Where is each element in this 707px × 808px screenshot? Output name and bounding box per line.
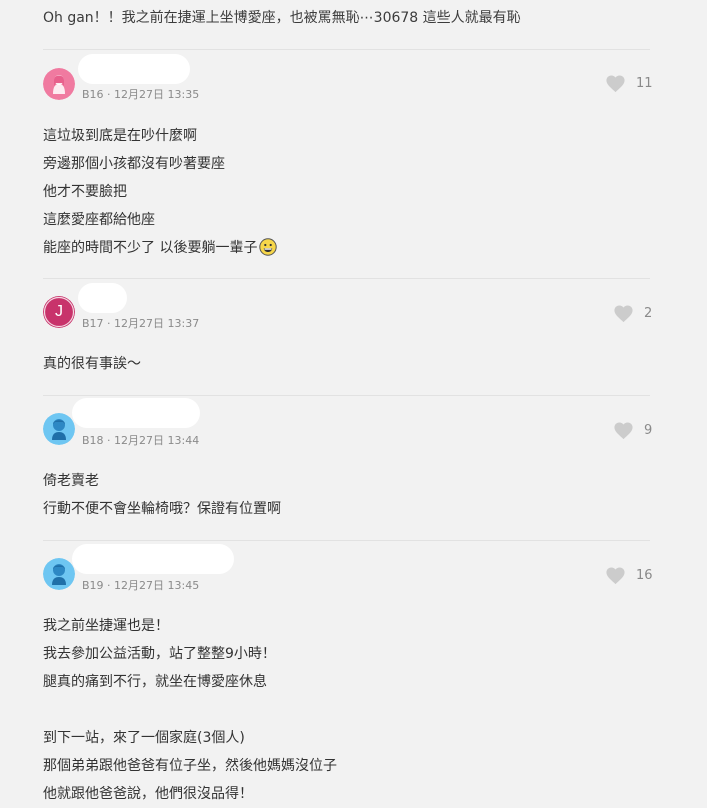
- comment-text-b15: Oh gan！！我之前在捷運上坐博愛座，也被罵無恥⋯30678 這些人就最有恥: [43, 10, 521, 26]
- comment-line: 我之前坐捷運也是！: [43, 618, 169, 634]
- comment-body: 我之前坐捷運也是！ 我去參加公益活動，站了整整9小時！ 腿真的痛到不行，就坐在博…: [43, 612, 337, 808]
- comment-line: 那個弟弟跟他爸爸有位子坐，然後他媽媽沒位子: [43, 758, 337, 774]
- floor-number: B17: [82, 317, 104, 330]
- comment-divider: [43, 540, 650, 541]
- comment-meta: B16 · 12月27日 13:35: [82, 88, 200, 101]
- comment-line: 他才不要臉把: [43, 184, 127, 200]
- redacted-username: [72, 398, 200, 428]
- floor-number: B19: [82, 579, 104, 592]
- comment-line: 這垃圾到底是在吵什麼啊: [43, 128, 197, 144]
- redacted-username: [78, 54, 190, 84]
- heart-icon: [605, 566, 626, 585]
- floor-number: B16: [82, 88, 104, 101]
- male-avatar-icon[interactable]: [43, 558, 75, 590]
- comment-meta: B18 · 12月27日 13:44: [82, 434, 200, 447]
- heart-icon: [605, 74, 626, 93]
- comment-line: 他就跟他爸爸說，他們很沒品得！: [43, 786, 253, 802]
- comment-date: 12月27日 13:35: [114, 88, 200, 101]
- comment-body: 真的很有事誒～: [43, 350, 141, 378]
- comment-body: 倚老賣老 行動不便不會坐輪椅哦？保證有位置啊: [43, 467, 281, 523]
- comment-line: 旁邊那個小孩都沒有吵著要座: [43, 156, 225, 172]
- like-count: 16: [636, 568, 653, 583]
- comment-meta: B17 · 12月27日 13:37: [82, 317, 200, 330]
- heart-icon: [613, 421, 634, 440]
- comment-divider: [43, 278, 650, 279]
- comment-line: 我去參加公益活動，站了整整9小時！: [43, 646, 276, 662]
- like-button[interactable]: 11: [605, 74, 653, 93]
- comment-divider: [43, 49, 650, 50]
- comment-body: 這垃圾到底是在吵什麼啊 旁邊那個小孩都沒有吵著要座 他才不要臉把 這麼愛座都給他…: [43, 122, 278, 262]
- comment-divider: [43, 395, 650, 396]
- comment-line: 腿真的痛到不行，就坐在博愛座休息: [43, 674, 267, 690]
- comment-date: 12月27日 13:44: [114, 434, 200, 447]
- male-avatar-icon[interactable]: [43, 413, 75, 445]
- comment-thread: Oh gan！！我之前在捷運上坐博愛座，也被罵無恥⋯30678 這些人就最有恥 …: [0, 0, 707, 806]
- female-avatar-icon[interactable]: [43, 68, 75, 100]
- like-count: 11: [636, 76, 653, 91]
- like-button[interactable]: 2: [613, 304, 652, 323]
- comment-line: 倚老賣老: [43, 473, 99, 489]
- comment-date: 12月27日 13:37: [114, 317, 200, 330]
- like-count: 2: [644, 306, 653, 321]
- comment-line-with-emoji: 能座的時間不少了 以後要躺一輩子: [43, 234, 278, 262]
- comment-line: 行動不便不會坐輪椅哦？保證有位置啊: [43, 501, 281, 517]
- redacted-username: [72, 544, 234, 574]
- like-button[interactable]: 16: [605, 566, 653, 585]
- comment-line-blank: [43, 696, 337, 724]
- comment-line: 真的很有事誒～: [43, 356, 141, 372]
- like-count: 9: [644, 423, 653, 438]
- letter-avatar-icon[interactable]: J: [43, 296, 75, 328]
- comment-line: 這麼愛座都給他座: [43, 212, 155, 228]
- comment-line: 能座的時間不少了 以後要躺一輩子: [43, 240, 258, 256]
- heart-icon: [613, 304, 634, 323]
- floor-number: B18: [82, 434, 104, 447]
- comment-meta: B19 · 12月27日 13:45: [82, 579, 200, 592]
- like-button[interactable]: 9: [613, 421, 652, 440]
- grinning-face-emoji: [259, 238, 278, 256]
- comment-date: 12月27日 13:45: [114, 579, 200, 592]
- redacted-username: [78, 283, 127, 313]
- comment-line: 到下一站，來了一個家庭(3個人): [43, 730, 245, 746]
- avatar-letter: J: [55, 303, 63, 320]
